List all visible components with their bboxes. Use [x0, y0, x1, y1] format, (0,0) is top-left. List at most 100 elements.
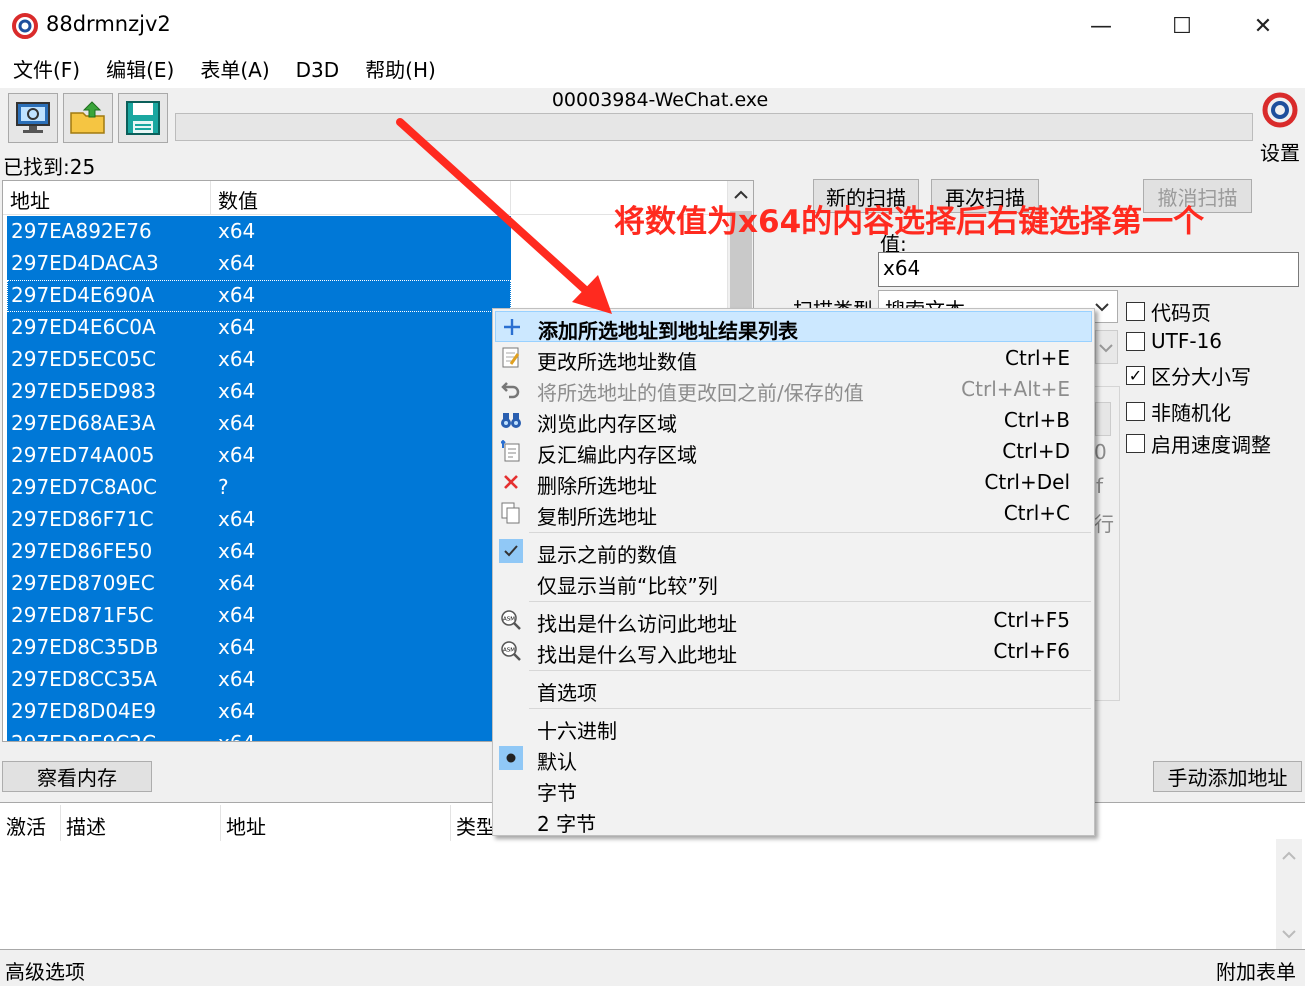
- row-address: 297ED5EC05C: [11, 347, 156, 371]
- table-row[interactable]: 297ED8709EC x64: [7, 568, 511, 600]
- menu-label: 复制所选地址: [537, 505, 657, 529]
- col-header-address[interactable]: 地址: [10, 185, 50, 214]
- scroll-down-icon[interactable]: [1282, 929, 1296, 939]
- unrandomizer-option[interactable]: 非随机化: [1126, 397, 1231, 426]
- table-row[interactable]: 297ED74A005 x64: [7, 440, 511, 472]
- open-folder-icon: [70, 101, 105, 134]
- maximize-button[interactable]: ☐: [1142, 0, 1222, 52]
- menu-change-value[interactable]: 更改所选地址数值 Ctrl+E: [495, 343, 1092, 374]
- row-address: 297ED8709EC: [11, 571, 155, 595]
- row-value: x64: [218, 251, 256, 275]
- menu-show-previous-value[interactable]: 显示之前的数值: [495, 536, 1092, 567]
- menu-find-write[interactable]: ASM 找出是什么写入此地址 Ctrl+F6: [495, 636, 1092, 667]
- advanced-options-label[interactable]: 高级选项: [5, 956, 85, 985]
- close-button[interactable]: ✕: [1223, 0, 1303, 52]
- column-divider: [220, 805, 221, 841]
- speedhack-checkbox[interactable]: [1126, 434, 1145, 453]
- speedhack-option[interactable]: 启用速度调整: [1126, 429, 1271, 458]
- menu-file[interactable]: 文件(F): [0, 52, 93, 88]
- minimize-button[interactable]: —: [1061, 0, 1141, 52]
- table-row[interactable]: 297ED8CC35A x64: [7, 664, 511, 696]
- menu-edit[interactable]: 编辑(E): [93, 52, 187, 88]
- col-header-value[interactable]: 数值: [218, 185, 258, 214]
- menu-disassemble[interactable]: 反汇编此内存区域 Ctrl+D: [495, 436, 1092, 467]
- menu-restore-value[interactable]: 将所选地址的值更改回之前/保存的值 Ctrl+Alt+E: [495, 374, 1092, 405]
- col-header-address[interactable]: 地址: [226, 811, 266, 840]
- menu-default[interactable]: 默认: [495, 743, 1092, 774]
- table-row[interactable]: 297ED871F5C x64: [7, 600, 511, 632]
- table-row[interactable]: 297ED5EC05C x64: [7, 344, 511, 376]
- row-address: 297ED5ED983: [11, 379, 157, 403]
- column-divider: [510, 181, 511, 215]
- menu-d3d[interactable]: D3D: [283, 52, 353, 88]
- cheat-table-scrollbar[interactable]: [1276, 839, 1302, 949]
- menu-help[interactable]: 帮助(H): [352, 52, 449, 88]
- menu-shortcut: Ctrl+Alt+E: [961, 377, 1070, 401]
- add-address-manually-button[interactable]: 手动添加地址: [1153, 761, 1302, 792]
- menu-shortcut: Ctrl+F5: [993, 608, 1070, 632]
- scan-value-input[interactable]: x64: [878, 252, 1299, 287]
- table-row[interactable]: 297ED4E6C0A x64: [7, 312, 511, 344]
- menu-shortcut: Ctrl+E: [1005, 346, 1070, 370]
- col-header-description[interactable]: 描述: [66, 811, 106, 840]
- menu-2-bytes[interactable]: 2 字节: [495, 805, 1092, 836]
- col-header-type[interactable]: 类型: [456, 811, 496, 840]
- table-row[interactable]: 297EA892E76 x64: [7, 216, 511, 248]
- row-address: 297ED7C8A0C: [11, 475, 157, 499]
- scan-progress-bar: [175, 113, 1253, 141]
- table-row[interactable]: 297ED68AE3A x64: [7, 408, 511, 440]
- table-row[interactable]: 297ED4DACA3 x64: [7, 248, 511, 280]
- table-row[interactable]: 297ED8C35DB x64: [7, 632, 511, 664]
- table-row[interactable]: 297ED8D04E9 x64: [7, 696, 511, 728]
- table-row[interactable]: 297ED86F71C x64: [7, 504, 511, 536]
- menu-shortcut: Ctrl+D: [1002, 439, 1070, 463]
- menu-add-to-list[interactable]: 添加所选地址到地址结果列表: [495, 311, 1092, 343]
- unrandomizer-checkbox[interactable]: [1126, 402, 1145, 421]
- open-file-button[interactable]: [63, 93, 113, 143]
- menu-byte[interactable]: 字节: [495, 774, 1092, 805]
- table-row[interactable]: 297ED5ED983 x64: [7, 376, 511, 408]
- case-sensitive-option[interactable]: ✓ 区分大小写: [1126, 361, 1251, 390]
- menu-hexadecimal[interactable]: 十六进制: [495, 712, 1092, 743]
- utf16-checkbox[interactable]: [1126, 331, 1145, 351]
- table-row[interactable]: 297ED4E690A x64: [7, 280, 511, 312]
- menu-find-access[interactable]: ASM 找出是什么访问此地址 Ctrl+F5: [495, 605, 1092, 636]
- table-row[interactable]: 297ED7C8A0C?: [7, 472, 511, 504]
- view-memory-button[interactable]: 察看内存: [2, 761, 152, 792]
- select-process-button[interactable]: [8, 93, 58, 143]
- menu-show-compare-column[interactable]: 仅显示当前“比较”列: [495, 567, 1092, 598]
- col-header-active[interactable]: 激活: [6, 811, 46, 840]
- menu-preferences[interactable]: 首选项: [495, 674, 1092, 705]
- table-row[interactable]: 297ED86FE50 x64: [7, 536, 511, 568]
- case-sensitive-checkbox[interactable]: ✓: [1126, 366, 1145, 385]
- value-type-select-edge[interactable]: [1095, 330, 1118, 364]
- menu-delete-address[interactable]: 删除所选地址 Ctrl+Del: [495, 467, 1092, 498]
- menu-table[interactable]: 表单(A): [187, 52, 282, 88]
- table-row[interactable]: 297ED8E9C2C x64: [7, 728, 511, 741]
- settings-label[interactable]: 设置: [1260, 137, 1300, 166]
- bullet-icon: [499, 746, 523, 770]
- menu-browse-memory[interactable]: 浏览此内存区域 Ctrl+B: [495, 405, 1092, 436]
- row-address: 297ED871F5C: [11, 603, 154, 627]
- utf16-option[interactable]: UTF-16: [1126, 329, 1222, 353]
- settings-logo-icon[interactable]: [1256, 90, 1302, 130]
- option-label: 区分大小写: [1151, 365, 1251, 389]
- row-address: 297EA892E76: [11, 219, 152, 243]
- codepage-option[interactable]: 代码页: [1126, 297, 1211, 326]
- column-divider: [60, 805, 61, 841]
- menu-label: 仅显示当前“比较”列: [537, 574, 718, 598]
- table-extras-label[interactable]: 附加表单: [1216, 956, 1296, 985]
- svg-text:ASM: ASM: [503, 617, 515, 623]
- menu-shortcut: Ctrl+Del: [984, 470, 1070, 494]
- save-button[interactable]: [118, 93, 168, 143]
- region-select-edge[interactable]: [1095, 402, 1111, 436]
- scroll-up-icon[interactable]: [1282, 851, 1296, 861]
- context-menu: 添加所选地址到地址结果列表 更改所选地址数值 Ctrl+E 将所选地址的值更改回…: [492, 308, 1095, 836]
- codepage-checkbox[interactable]: [1126, 302, 1145, 321]
- menu-separator: [529, 532, 1091, 533]
- option-label: UTF-16: [1151, 329, 1223, 353]
- save-icon: [126, 101, 160, 135]
- binoculars-icon: [499, 408, 523, 432]
- menu-copy-address[interactable]: 复制所选地址 Ctrl+C: [495, 498, 1092, 529]
- row-value: ?: [218, 475, 229, 499]
